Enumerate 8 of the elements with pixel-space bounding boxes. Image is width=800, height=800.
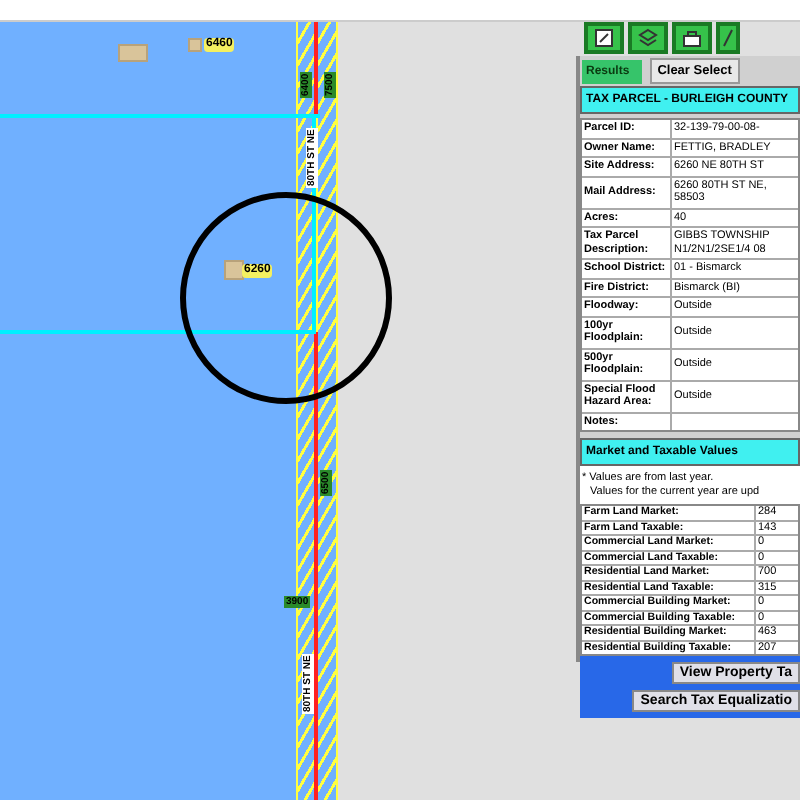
- building-footprint: [118, 44, 148, 62]
- building-footprint: [224, 260, 244, 280]
- edit-icon[interactable]: [584, 22, 624, 54]
- road-centerline: [314, 22, 318, 116]
- layers-icon[interactable]: [628, 22, 668, 54]
- tool-icon[interactable]: [716, 22, 740, 54]
- building-footprint: [188, 38, 202, 52]
- toolbox-icon[interactable]: [672, 22, 712, 54]
